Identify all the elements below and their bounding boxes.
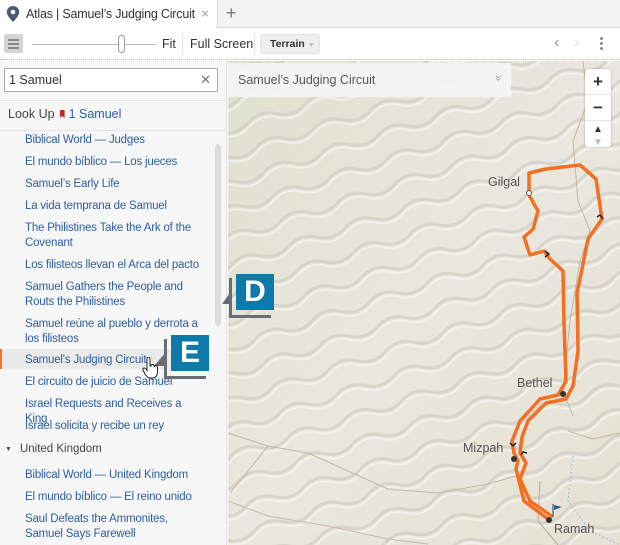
place-label-bethel: Bethel [517, 376, 553, 390]
more-options-icon[interactable] [600, 37, 603, 52]
list-item[interactable]: El mundo bíblico — Los jueces [25, 155, 205, 170]
toolbar-divider [182, 34, 183, 54]
search-box[interactable]: ✕ [4, 68, 218, 92]
sidebar: ✕ Look Up 1 Samuel Biblical World — Judg… [0, 61, 227, 545]
new-tab-button[interactable]: + [226, 3, 237, 24]
callout-d: D [236, 274, 274, 310]
close-tab-icon[interactable]: × [201, 6, 209, 21]
divider [0, 100, 226, 101]
hamburger-icon [8, 39, 19, 41]
list-item[interactable]: Saul Defeats the Ammonites, Samuel Says … [25, 512, 205, 542]
list-item[interactable]: Los filisteos llevan el Arca del pacto [25, 258, 205, 273]
place-label-mizpah: Mizpah [463, 441, 504, 455]
tab-bar: Atlas | Samuel’s Judging Circuit × + [0, 0, 620, 28]
double-chevron-down-icon: » [491, 74, 504, 82]
list-item[interactable]: Biblical World — United Kingdom [25, 468, 205, 483]
map-zoom-controls: + − ▲ ▼ [585, 69, 611, 148]
clear-search-icon[interactable]: ✕ [200, 72, 211, 88]
fit-button[interactable]: Fit [162, 37, 176, 51]
search-input[interactable] [5, 69, 195, 91]
map-title: Samuel’s Judging Circuit [238, 73, 376, 87]
place-marker-bethel[interactable] [560, 391, 566, 397]
forward-arrow-icon[interactable]: › [574, 34, 579, 52]
compass-icon: ▲ [593, 124, 603, 135]
selected-row-indicator [0, 349, 2, 369]
expand-triangle-icon: ▼ [5, 445, 12, 453]
list-item[interactable]: El mundo bíblico — El reino unido [25, 490, 205, 505]
place-marker-gilgal[interactable] [526, 190, 532, 196]
zoom-slider-thumb[interactable] [118, 35, 126, 53]
map-title-dropdown[interactable]: Samuel’s Judging Circuit » [228, 63, 511, 97]
zoom-slider-track[interactable] [32, 44, 156, 45]
map-view[interactable]: Gilgal Bethel Mizpah Ramah Samuel’s Judg… [228, 61, 620, 545]
divider [0, 130, 226, 131]
terrain-hillshade [228, 61, 620, 545]
group-header-united-kingdom[interactable]: ▼ United Kingdom [5, 443, 102, 455]
map-pin-icon [6, 6, 20, 22]
list-item[interactable]: Samuel Gathers the People and Routs the … [25, 280, 205, 310]
full-screen-button[interactable]: Full Screen [190, 37, 253, 51]
zoom-out-button[interactable]: − [585, 95, 611, 121]
lookup-row: Look Up 1 Samuel [8, 107, 121, 121]
list-item[interactable]: The Philistines Take the Ark of the Cove… [25, 221, 205, 251]
callout-d-pointer [222, 290, 232, 304]
group-label: United Kingdom [19, 443, 102, 455]
callout-e: E [171, 335, 209, 371]
list-item[interactable]: Israel solicita y recibe un rey [25, 419, 205, 434]
tab-title: Atlas | Samuel’s Judging Circuit [26, 7, 195, 21]
place-label-gilgal: Gilgal [488, 175, 520, 189]
list-item[interactable]: Samuel’s Early Life [25, 177, 205, 192]
tab-atlas[interactable]: Atlas | Samuel’s Judging Circuit × [0, 0, 218, 28]
panel-menu-button[interactable] [4, 34, 23, 53]
toolbar-divider [254, 34, 255, 54]
place-marker-ramah[interactable] [546, 517, 552, 523]
place-label-ramah: Ramah [554, 522, 595, 536]
bookmark-icon [59, 110, 65, 118]
toolbar: Fit Full Screen Terrain ▼ ‹ › [0, 28, 620, 60]
list-item[interactable]: La vida temprana de Samuel [25, 199, 205, 214]
terrain-label: Terrain [270, 38, 305, 50]
chevron-down-icon: ▼ [307, 42, 315, 49]
place-marker-mizpah[interactable] [511, 456, 517, 462]
back-arrow-icon[interactable]: ‹ [554, 34, 559, 52]
terrain-map [228, 61, 620, 545]
list-item[interactable]: Biblical World — Judges [25, 133, 205, 148]
lookup-link[interactable]: 1 Samuel [69, 107, 122, 121]
lookup-label: Look Up [8, 107, 55, 121]
zoom-in-button[interactable]: + [585, 69, 611, 95]
compass-button[interactable]: ▲ ▼ [585, 121, 611, 148]
hand-cursor-icon [142, 357, 158, 379]
terrain-dropdown[interactable]: Terrain ▼ [260, 34, 320, 54]
